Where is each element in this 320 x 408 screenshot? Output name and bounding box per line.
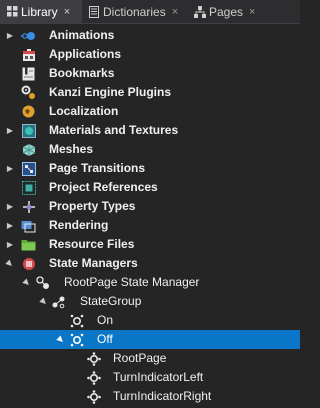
tree-item-label: Bookmarks [49, 66, 115, 80]
tab-dictionaries-label: Dictionaries [103, 4, 166, 19]
tree-item-label: RootPage [113, 351, 167, 365]
tree-item-resource-files[interactable]: ▶ Resource Files [0, 235, 300, 254]
state-object-icon [86, 351, 101, 366]
tree-item-state-off[interactable]: ▶ Off [0, 330, 300, 349]
tab-pages-label: Pages [209, 4, 244, 19]
tab-pages[interactable]: Pages × [191, 0, 261, 23]
expand-arrow-icon[interactable]: ▶ [5, 235, 15, 254]
state-object-icon [86, 389, 101, 404]
tree-item-turnindicatorright[interactable]: TurnIndicatorRight [0, 387, 300, 406]
tree-item-rootpage[interactable]: RootPage [0, 349, 300, 368]
tree-item-page-transitions[interactable]: ▶ Page Transitions [0, 159, 300, 178]
close-icon[interactable]: × [64, 6, 70, 18]
state-object-icon [86, 370, 101, 385]
tree-item-label: RootPage State Manager [64, 275, 200, 289]
tree-item-turnindicatorleft[interactable]: TurnIndicatorLeft [0, 368, 300, 387]
tree-item-label: Off [97, 332, 113, 346]
tree-item-label: TurnIndicatorLeft [113, 370, 204, 384]
collapse-arrow-icon[interactable]: ▶ [0, 253, 20, 274]
plugins-icon [21, 85, 36, 100]
expand-arrow-icon[interactable]: ▶ [5, 121, 15, 140]
tree-item-label: Materials and Textures [49, 123, 179, 137]
materials-icon [21, 123, 36, 138]
state-group-icon [51, 294, 66, 309]
expand-arrow-icon[interactable]: ▶ [5, 26, 15, 45]
tree-item-label: Animations [49, 28, 115, 42]
property-types-icon [21, 199, 36, 214]
tree-item-property-types[interactable]: ▶ Property Types [0, 197, 300, 216]
state-manager-icon [36, 275, 51, 290]
tree-item-animations[interactable]: ▶ Animations [0, 26, 300, 45]
tree-item-label: Meshes [49, 142, 94, 156]
grid-icon [5, 5, 19, 19]
tree-item-label: Page Transitions [49, 161, 146, 175]
tree-item-rootpage-state-manager[interactable]: ▶ RootPage State Manager [0, 273, 300, 292]
tree-item-project-references[interactable]: Project References [0, 178, 300, 197]
tree-item-label: State Managers [49, 256, 138, 270]
tree-item-state-managers[interactable]: ▶ State Managers [0, 254, 300, 273]
tab-library[interactable]: Library × [0, 0, 82, 23]
tree-item-materials-and-textures[interactable]: ▶ Materials and Textures [0, 121, 300, 140]
tree-item-label: Rendering [49, 218, 109, 232]
project-references-icon [21, 180, 36, 195]
tree-item-label: Localization [49, 104, 119, 118]
tree-item-label: Property Types [49, 199, 136, 213]
applications-icon [21, 47, 36, 62]
bookmarks-icon [21, 66, 36, 81]
tree-item-kanzi-engine-plugins[interactable]: Kanzi Engine Plugins [0, 83, 300, 102]
state-managers-icon [21, 256, 36, 271]
state-icon [69, 332, 84, 347]
tree-item-state-on[interactable]: On [0, 311, 300, 330]
tree-item-label: Resource Files [49, 237, 135, 251]
tree-item-label: TurnIndicatorRight [113, 389, 212, 403]
tree-item-label: Applications [49, 47, 122, 61]
tree-item-rendering[interactable]: ▶ Rendering [0, 216, 300, 235]
library-panel: Library × Dictionaries × Pages × ▶ Anima… [0, 0, 300, 408]
tree-item-localization[interactable]: Localization [0, 102, 300, 121]
tree-item-applications[interactable]: Applications [0, 45, 300, 64]
close-icon[interactable]: × [172, 6, 178, 18]
meshes-icon [21, 142, 36, 157]
tree-item-meshes[interactable]: Meshes [0, 140, 300, 159]
page-transitions-icon [21, 161, 36, 176]
expand-arrow-icon[interactable]: ▶ [5, 159, 15, 178]
tree-item-stategroup[interactable]: ▶ StateGroup [0, 292, 300, 311]
tree-item-label: On [97, 313, 114, 327]
tree-item-bookmarks[interactable]: Bookmarks [0, 64, 300, 83]
tree-item-label: StateGroup [80, 294, 142, 308]
pages-tree-icon [193, 5, 207, 19]
expand-arrow-icon[interactable]: ▶ [5, 216, 15, 235]
state-icon [69, 313, 84, 328]
animations-icon [21, 28, 36, 43]
tab-strip: Library × Dictionaries × Pages × [0, 0, 300, 24]
close-icon[interactable]: × [249, 6, 255, 18]
collapse-arrow-icon[interactable]: ▶ [17, 272, 38, 293]
tab-dictionaries[interactable]: Dictionaries × [85, 0, 185, 23]
folder-icon [21, 237, 36, 252]
tree-item-label: Project References [49, 180, 158, 194]
dictionary-icon [87, 5, 101, 19]
tab-library-label: Library [21, 4, 58, 19]
rendering-icon [21, 218, 36, 233]
localization-icon [21, 104, 36, 119]
expand-arrow-icon[interactable]: ▶ [5, 197, 15, 216]
tree-item-label: Kanzi Engine Plugins [49, 85, 172, 99]
